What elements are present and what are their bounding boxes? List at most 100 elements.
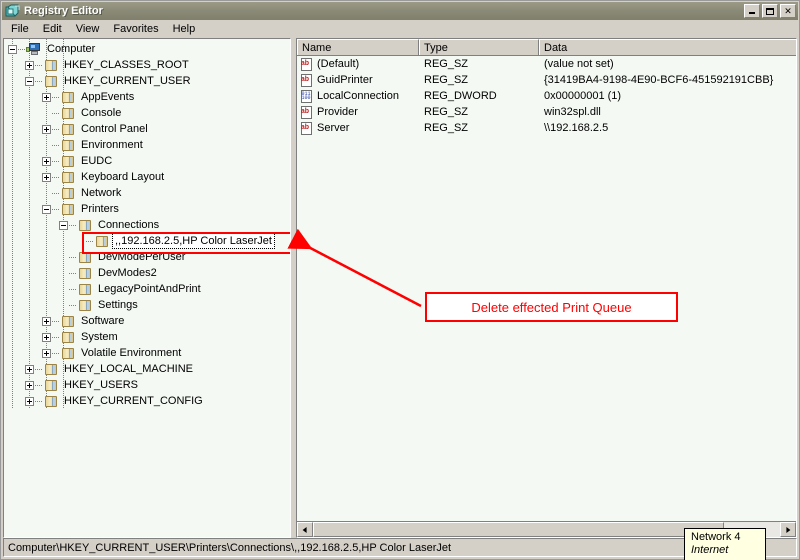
collapse-icon[interactable] — [8, 44, 17, 54]
tree-node[interactable]: DevModes2 — [4, 265, 290, 281]
tree-connector — [69, 281, 77, 297]
network-tooltip: Network 4 Internet access — [684, 528, 766, 560]
value-type: REG_SZ — [424, 58, 469, 70]
tree-connector — [18, 41, 26, 57]
tree-node[interactable]: HKEY_USERS — [4, 377, 290, 393]
folder-icon — [60, 154, 76, 168]
tree-connector — [35, 57, 43, 73]
tree-connector — [52, 89, 60, 105]
tree-node[interactable]: ,,192.168.2.5,HP Color LaserJet — [4, 233, 290, 249]
folder-icon — [60, 314, 76, 328]
value-name: (Default) — [317, 58, 360, 70]
tree-node-label: DevModePerUser — [98, 251, 186, 263]
expand-icon[interactable] — [42, 332, 51, 342]
tree-connector — [35, 73, 43, 89]
tree-node[interactable]: System — [4, 329, 290, 345]
tree-node[interactable]: Volatile Environment — [4, 345, 290, 361]
value-name-cell: ab Server — [297, 121, 419, 135]
tree-connector — [69, 297, 77, 313]
tree-connector — [52, 345, 60, 361]
close-button[interactable]: ✕ — [780, 4, 796, 18]
column-header-name[interactable]: Name — [297, 39, 419, 55]
collapse-icon[interactable] — [25, 76, 34, 86]
tree-connector — [52, 169, 60, 185]
dword-value-icon: 011 100 — [301, 89, 312, 103]
value-data: {31419BA4-9198-4E90-BCF6-451592191CBB} — [544, 74, 774, 86]
tree-connector — [69, 265, 77, 281]
minimize-button[interactable] — [744, 4, 760, 18]
values-column-header: Name Type Data — [297, 39, 796, 56]
tree-node[interactable]: Keyboard Layout — [4, 169, 290, 185]
tree-node[interactable]: Connections — [4, 217, 290, 233]
tree-node[interactable]: HKEY_LOCAL_MACHINE — [4, 361, 290, 377]
collapse-icon[interactable] — [42, 204, 51, 214]
folder-icon — [43, 394, 59, 408]
tree-expander-spacer — [42, 109, 52, 118]
maximize-button[interactable] — [762, 4, 778, 18]
registry-values-pane[interactable]: Name Type Data ab (Default) REG_SZ (value n… — [296, 38, 797, 538]
tree-node[interactable]: Printers — [4, 201, 290, 217]
scroll-left-button[interactable] — [297, 522, 313, 537]
tree-node[interactable]: AppEvents — [4, 89, 290, 105]
menu-favorites[interactable]: Favorites — [106, 21, 165, 37]
tree-node[interactable]: EUDC — [4, 153, 290, 169]
folder-icon — [43, 362, 59, 376]
expand-icon[interactable] — [25, 60, 34, 70]
expand-icon[interactable] — [42, 348, 51, 358]
menu-help[interactable]: Help — [166, 21, 203, 37]
tree-expander-spacer — [59, 285, 69, 294]
tree-node[interactable]: HKEY_CURRENT_CONFIG — [4, 393, 290, 409]
collapse-icon[interactable] — [59, 220, 68, 230]
tree-node[interactable]: Computer — [4, 41, 290, 57]
tree-connector — [52, 121, 60, 137]
value-row[interactable]: ab Provider REG_SZ win32spl.dll — [297, 104, 796, 120]
expand-icon[interactable] — [42, 124, 51, 134]
tooltip-line-1: Network 4 — [691, 531, 741, 543]
expand-icon[interactable] — [42, 156, 51, 166]
tree-node[interactable]: Environment — [4, 137, 290, 153]
tree-node[interactable]: Software — [4, 313, 290, 329]
menu-view[interactable]: View — [69, 21, 107, 37]
menu-file[interactable]: File — [4, 21, 36, 37]
expand-icon[interactable] — [42, 172, 51, 182]
tree-node[interactable]: DevModePerUser — [4, 249, 290, 265]
folder-icon — [94, 234, 110, 248]
tree-node[interactable]: Settings — [4, 297, 290, 313]
value-data: 0x00000001 (1) — [544, 90, 622, 102]
column-header-type[interactable]: Type — [419, 39, 539, 55]
tree-node[interactable]: Console — [4, 105, 290, 121]
expand-icon[interactable] — [25, 364, 34, 374]
scroll-right-button[interactable] — [780, 522, 796, 537]
tree-node[interactable]: LegacyPointAndPrint — [4, 281, 290, 297]
expand-icon[interactable] — [25, 380, 34, 390]
tree-node[interactable]: HKEY_CLASSES_ROOT — [4, 57, 290, 73]
value-row[interactable]: ab (Default) REG_SZ (value not set) — [297, 56, 796, 72]
column-header-data[interactable]: Data — [539, 39, 796, 55]
expand-icon[interactable] — [42, 316, 51, 326]
tree-node[interactable]: Control Panel — [4, 121, 290, 137]
tree-connector — [52, 137, 60, 153]
tree-connector — [69, 217, 77, 233]
folder-icon — [60, 346, 76, 360]
value-row[interactable]: ab Server REG_SZ \\192.168.2.5 — [297, 120, 796, 136]
expand-icon[interactable] — [42, 92, 51, 102]
value-row[interactable]: 011 100 LocalConnection REG_DWORD 0x00000001… — [297, 88, 796, 104]
tree-node[interactable]: HKEY_CURRENT_USER — [4, 73, 290, 89]
registry-editor-icon — [5, 4, 21, 19]
menu-edit[interactable]: Edit — [36, 21, 69, 37]
minimize-icon — [749, 12, 755, 14]
scrollbar-thumb[interactable] — [313, 522, 724, 537]
expand-icon[interactable] — [25, 396, 34, 406]
registry-tree-pane[interactable]: Computer HKEY_CLASSES_ROOT HKEY_CURRENT_US… — [3, 38, 291, 538]
value-row[interactable]: ab GuidPrinter REG_SZ {31419BA4-9198-4E90-B… — [297, 72, 796, 88]
computer-icon — [26, 42, 42, 56]
tree-node[interactable]: Network — [4, 185, 290, 201]
